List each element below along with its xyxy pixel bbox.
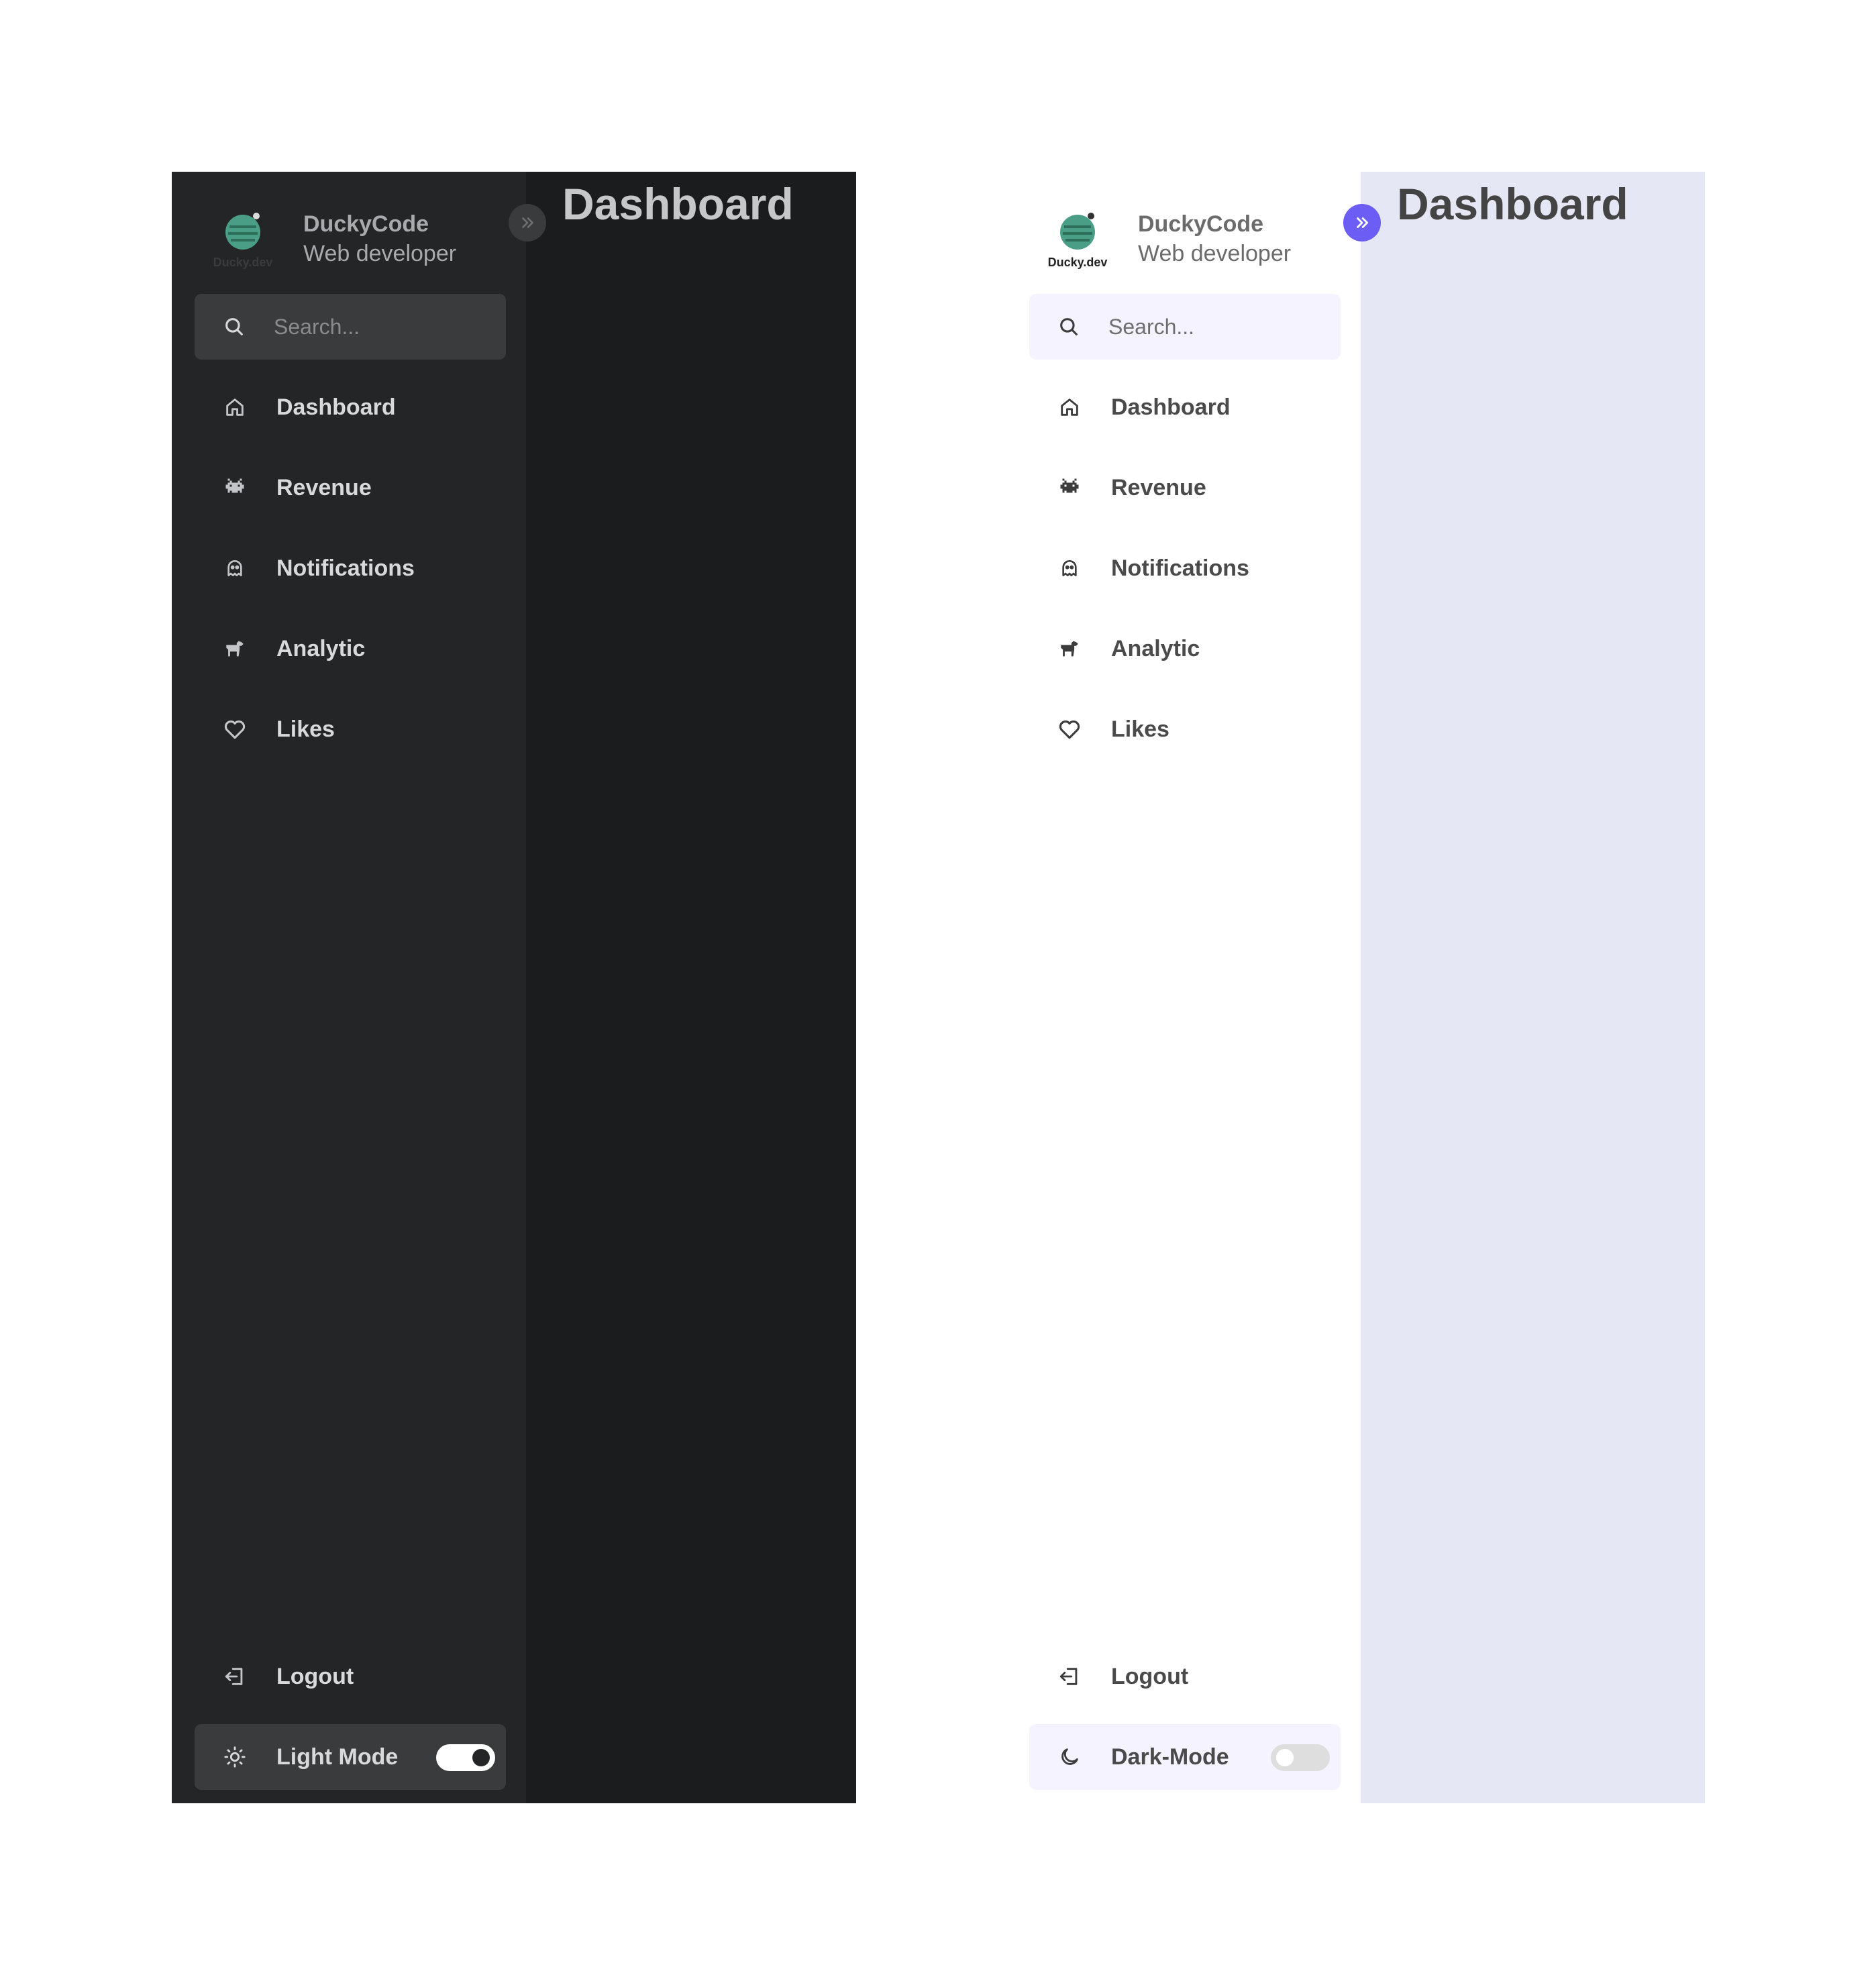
switch-knob xyxy=(472,1749,490,1766)
theme-toggle-switch[interactable] xyxy=(436,1744,495,1771)
moon-icon xyxy=(1056,1744,1083,1770)
double-chevron-right-icon xyxy=(1357,217,1368,228)
sun-icon xyxy=(221,1744,248,1770)
search-input[interactable]: Search... xyxy=(195,294,506,360)
logout-icon xyxy=(1056,1663,1083,1690)
switch-knob xyxy=(1276,1749,1294,1766)
search-placeholder: Search... xyxy=(274,314,360,339)
brand-name: DuckyCode xyxy=(303,211,429,237)
nav-label: Revenue xyxy=(1111,474,1206,500)
nav-item-dashboard[interactable]: Dashboard xyxy=(195,374,506,440)
logout-button[interactable]: Logout xyxy=(1029,1644,1341,1709)
ghost-icon xyxy=(221,555,248,582)
nav-label: Notifications xyxy=(276,555,415,581)
dark-theme-window: Ducky.dev DuckyCode Web developer Search… xyxy=(172,172,856,1803)
brand-role: Web developer xyxy=(1138,241,1292,266)
sidebar: Ducky.dev DuckyCode Web developer Search… xyxy=(1006,172,1381,1803)
mode-label: Light Mode xyxy=(276,1744,399,1770)
page-title: Dashboard xyxy=(1397,179,1628,229)
sidebar-bottom: Logout Dark-Mode xyxy=(1029,1644,1341,1790)
logout-button[interactable]: Logout xyxy=(195,1644,506,1709)
sidebar-toggle-button[interactable] xyxy=(1343,204,1381,242)
double-chevron-right-icon xyxy=(522,217,533,228)
sidebar: Ducky.dev DuckyCode Web developer Search… xyxy=(172,172,546,1803)
search-placeholder: Search... xyxy=(1108,314,1195,339)
home-icon xyxy=(1056,394,1083,421)
logo: Ducky.dev xyxy=(209,205,276,272)
light-theme-window: Ducky.dev DuckyCode Web developer Search… xyxy=(1006,172,1705,1803)
heart-icon xyxy=(1056,716,1083,743)
nav-label: Dashboard xyxy=(276,394,396,420)
nav-label: Dashboard xyxy=(1111,394,1231,420)
theme-toggle-switch[interactable] xyxy=(1271,1744,1330,1771)
nav-menu: Dashboard Revenue Notifications Analytic xyxy=(195,374,506,777)
heart-icon xyxy=(221,716,248,743)
search-icon xyxy=(1060,318,1078,335)
nav-item-notifications[interactable]: Notifications xyxy=(195,535,506,601)
nav-label: Analytic xyxy=(276,635,366,661)
logout-icon xyxy=(221,1663,248,1690)
brand: Ducky.dev DuckyCode Web developer xyxy=(1044,201,1291,276)
search-input[interactable]: Search... xyxy=(1029,294,1341,360)
logout-label: Logout xyxy=(1111,1663,1189,1689)
theme-mode-row: Light Mode xyxy=(195,1724,506,1790)
nav-item-likes[interactable]: Likes xyxy=(1029,696,1341,762)
nav-item-revenue[interactable]: Revenue xyxy=(1029,455,1341,521)
page-title: Dashboard xyxy=(562,179,794,229)
space-invader-icon xyxy=(221,474,248,501)
home-icon xyxy=(221,394,248,421)
ghost-icon xyxy=(1056,555,1083,582)
brand: Ducky.dev DuckyCode Web developer xyxy=(209,201,456,276)
space-invader-icon xyxy=(1056,474,1083,501)
brand-name: DuckyCode xyxy=(1138,211,1264,237)
logo-text: Ducky.dev xyxy=(213,256,273,269)
logout-label: Logout xyxy=(276,1663,354,1689)
logo: Ducky.dev xyxy=(1044,205,1111,272)
mode-label: Dark-Mode xyxy=(1111,1744,1229,1770)
sidebar-toggle-button[interactable] xyxy=(509,204,546,242)
nav-item-revenue[interactable]: Revenue xyxy=(195,455,506,521)
dog-icon xyxy=(221,635,248,662)
nav-item-analytic[interactable]: Analytic xyxy=(195,616,506,682)
nav-menu: Dashboard Revenue Notifications Analytic xyxy=(1029,374,1341,777)
nav-item-analytic[interactable]: Analytic xyxy=(1029,616,1341,682)
nav-label: Likes xyxy=(276,716,335,742)
nav-item-likes[interactable]: Likes xyxy=(195,696,506,762)
dog-icon xyxy=(1056,635,1083,662)
logo-text: Ducky.dev xyxy=(1047,256,1108,269)
brand-role: Web developer xyxy=(303,241,457,266)
nav-label: Analytic xyxy=(1111,635,1200,661)
nav-item-notifications[interactable]: Notifications xyxy=(1029,535,1341,601)
nav-label: Revenue xyxy=(276,474,372,500)
nav-item-dashboard[interactable]: Dashboard xyxy=(1029,374,1341,440)
nav-label: Likes xyxy=(1111,716,1169,742)
search-icon xyxy=(225,318,243,335)
theme-mode-row: Dark-Mode xyxy=(1029,1724,1341,1790)
sidebar-bottom: Logout Light Mode xyxy=(195,1644,506,1790)
nav-label: Notifications xyxy=(1111,555,1249,581)
